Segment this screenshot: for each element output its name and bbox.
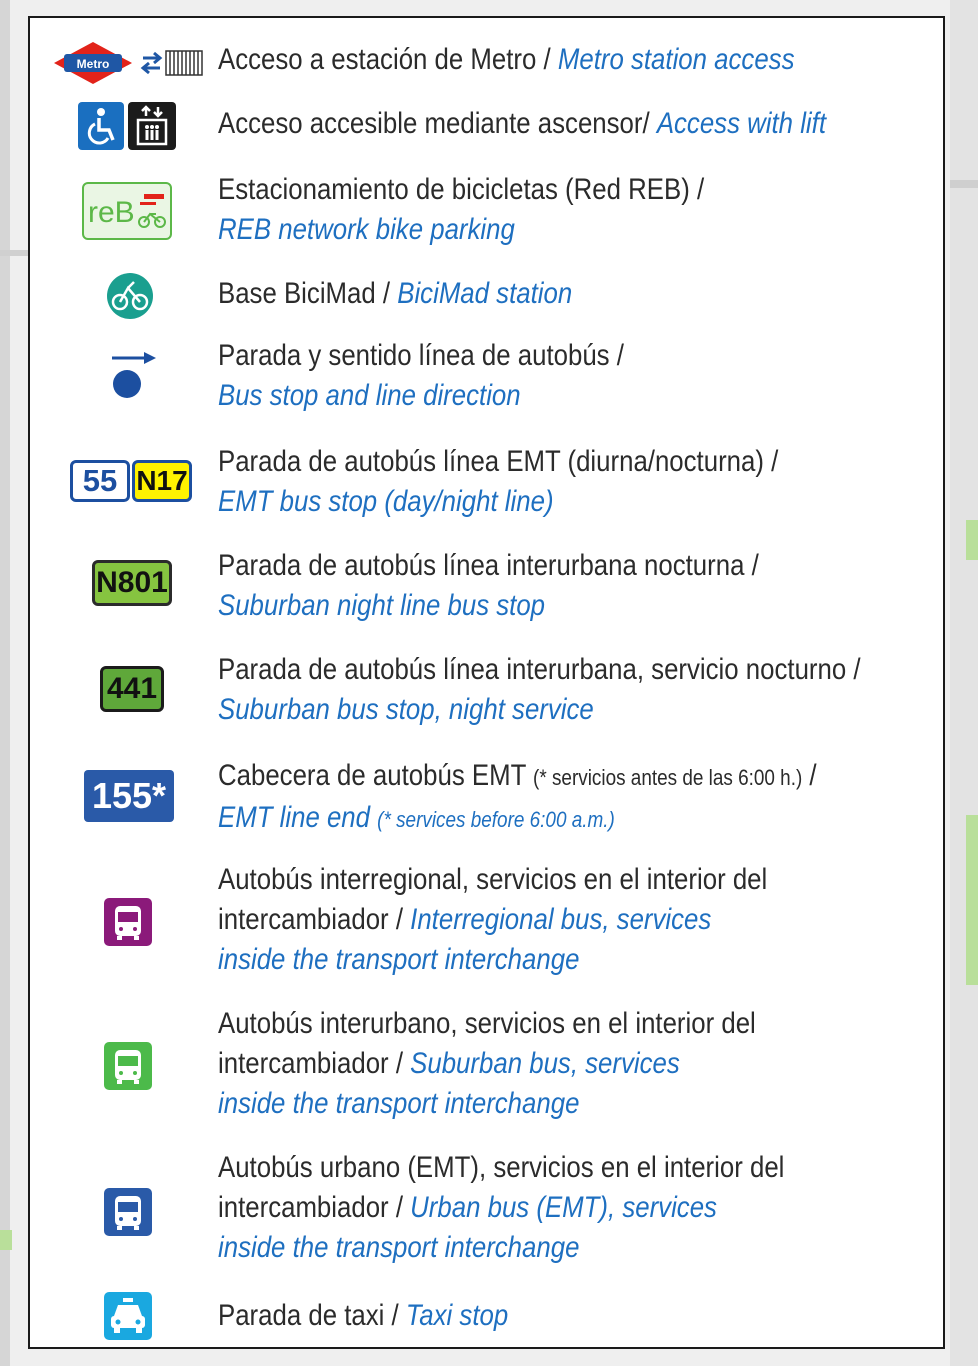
urban-label-es-line1: Autobús urbano (EMT), servicios en el in… (218, 1151, 785, 1184)
interurban-label-en-line3: inside the transport interchange (218, 1087, 580, 1120)
emt-day-line-badge: 55 (70, 460, 130, 502)
interregional-label-en-line2: Interregional bus, services (410, 903, 712, 936)
suburban-night-line-badge: N801 (92, 560, 172, 606)
wheelchair-icon (78, 102, 124, 150)
lift-label-en: Access with lift (656, 107, 827, 140)
interregional-label-es-line1: Autobús interregional, servicios en el i… (218, 863, 768, 896)
legend-row-metro: Metro Acceso a estación de Metro / Metro… (30, 40, 943, 84)
map-background-park (966, 815, 978, 985)
bus-stop-description: Parada y sentido línea de autobús / Bus … (218, 336, 932, 416)
interregional-label-en-line3: inside the transport interchange (218, 943, 580, 976)
emt-line-end-note-en: (* services before 6:00 a.m.) (377, 807, 615, 832)
taxi-description: Parada de taxi / Taxi stop (218, 1296, 932, 1336)
metro-label-es: Acceso a estación de Metro / (218, 43, 558, 76)
urban-label-es-line2: intercambiador / (218, 1191, 411, 1224)
emt-line-end-note-es: (* servicios antes de las 6:00 h.) (533, 765, 803, 790)
emt-stop-description: Parada de autobús línea EMT (diurna/noct… (218, 442, 932, 522)
interurban-label-es-line1: Autobús interurbano, servicios en el int… (218, 1007, 756, 1040)
interurban-label-en-line2: Suburban bus, services (410, 1047, 680, 1080)
emt-stop-label-en: EMT bus stop (day/night line) (218, 485, 554, 518)
elevator-icon (128, 102, 176, 150)
map-background-line (950, 0, 978, 1366)
legend-row-emt-stop: 55 N17 Parada de autobús línea EMT (diur… (30, 442, 943, 524)
lift-description: Acceso accesible mediante ascensor/ Acce… (218, 104, 932, 144)
legend-row-reb: reB Estacionamiento de bicicletas (Red R… (30, 170, 943, 250)
urban-description: Autobús urbano (EMT), servicios en el in… (218, 1148, 932, 1268)
lift-label-es: Acceso accesible mediante ascensor/ (218, 107, 657, 140)
legend-panel: Metro Acceso a estación de Metro / Metro… (28, 16, 945, 1349)
map-background-park (966, 520, 978, 560)
metro-label-en: Metro station access (557, 43, 795, 76)
interregional-label-es-line2: intercambiador / (218, 903, 411, 936)
legend-row-bus-stop: Parada y sentido línea de autobús / Bus … (30, 336, 943, 418)
interurban-description: Autobús interurbano, servicios en el int… (218, 1004, 932, 1124)
interurban-bus-icon (104, 1042, 152, 1090)
map-background-park (0, 1230, 12, 1250)
suburban-night-label-en: Suburban night line bus stop (218, 589, 546, 622)
emt-line-end-tail: / (802, 759, 817, 792)
reb-bike-parking-icon: reB (82, 182, 172, 240)
suburban-night-service-badge: 441 (100, 666, 164, 712)
metro-description: Acceso a estación de Metro / Metro stati… (218, 40, 932, 80)
legend-row-taxi: Parada de taxi / Taxi stop (30, 1292, 943, 1340)
legend-row-suburban-night: N801 Parada de autobús línea interurbana… (30, 546, 943, 628)
emt-line-end-badge: 155* (84, 770, 174, 822)
map-background-line (0, 0, 10, 1366)
suburban-night-description: Parada de autobús línea interurbana noct… (218, 546, 932, 626)
legend-row-lift: Acceso accesible mediante ascensor/ Acce… (30, 102, 943, 150)
suburban-night-label-es: Parada de autobús línea interurbana noct… (218, 549, 759, 582)
bicimad-description: Base BiciMad / BiciMad station (218, 274, 932, 314)
bus-stop-label-es: Parada y sentido línea de autobús / (218, 339, 624, 372)
suburban-night-service-label-en: Suburban bus stop, night service (218, 693, 594, 726)
reb-label-es: Estacionamiento de bicicletas (Red REB) … (218, 173, 705, 206)
reb-description: Estacionamiento de bicicletas (Red REB) … (218, 170, 932, 250)
bicimad-icon (107, 273, 153, 319)
taxi-label-en: Taxi stop (405, 1299, 509, 1332)
legend-row-suburban-night-service: 441 Parada de autobús línea interurbana,… (30, 650, 943, 732)
emt-night-line-badge: N17 (132, 460, 192, 502)
bus-stop-direction-icon (112, 352, 156, 398)
suburban-night-service-description: Parada de autobús línea interurbana, ser… (218, 650, 932, 730)
interurban-label-es-line2: intercambiador / (218, 1047, 411, 1080)
suburban-night-service-label-es: Parada de autobús línea interurbana, ser… (218, 653, 861, 686)
bicimad-label-en: BiciMad station (397, 277, 573, 310)
taxi-label-es: Parada de taxi / (218, 1299, 406, 1332)
legend-row-interurban: Autobús interurbano, servicios en el int… (30, 1004, 943, 1128)
emt-line-end-description: Cabecera de autobús EMT (* servicios ant… (218, 756, 932, 840)
metro-logo-icon: Metro (54, 42, 132, 84)
legend-row-emt-line-end: 155* Cabecera de autobús EMT (* servicio… (30, 756, 943, 838)
emt-line-end-label-en: EMT line end (218, 801, 378, 834)
emt-stop-label-es: Parada de autobús línea EMT (diurna/noct… (218, 445, 779, 478)
reb-logo-text: reB (88, 196, 135, 229)
metro-logo-text: Metro (77, 57, 110, 71)
legend-row-bicimad: Base BiciMad / BiciMad station (30, 270, 943, 319)
bicimad-label-es: Base BiciMad / (218, 277, 398, 310)
bus-stop-label-en: Bus stop and line direction (218, 379, 521, 412)
urban-label-en-line2: Urban bus (EMT), services (410, 1191, 717, 1224)
metro-access-stairs-icon (140, 50, 203, 76)
map-background-road (950, 180, 978, 188)
urban-bus-icon (104, 1188, 152, 1236)
interregional-bus-icon (104, 898, 152, 946)
reb-label-en: REB network bike parking (218, 213, 515, 246)
taxi-icon (104, 1292, 152, 1340)
emt-line-end-label-es: Cabecera de autobús EMT (218, 759, 534, 792)
legend-row-interregional: Autobús interregional, servicios en el i… (30, 860, 943, 984)
interregional-description: Autobús interregional, servicios en el i… (218, 860, 932, 980)
map-background-road (0, 250, 28, 256)
urban-label-en-line3: inside the transport interchange (218, 1231, 580, 1264)
legend-row-urban: Autobús urbano (EMT), servicios en el in… (30, 1148, 943, 1272)
